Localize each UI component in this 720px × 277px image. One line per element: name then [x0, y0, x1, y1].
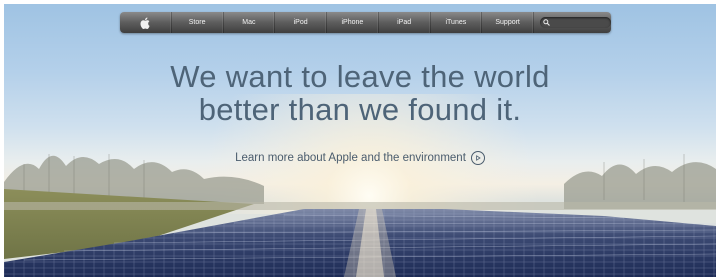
global-nav: Store Mac iPod iPhone iPad iTunes Suppor…: [120, 12, 611, 33]
nav-item-iphone[interactable]: iPhone: [327, 12, 379, 33]
headline-line-1: We want to leave the world: [170, 59, 550, 94]
search-icon: [543, 19, 550, 26]
nav-item-support[interactable]: Support: [482, 12, 534, 33]
nav-item-mac[interactable]: Mac: [224, 12, 276, 33]
headline-line-2: better than we found it.: [198, 92, 522, 127]
nav-item-itunes[interactable]: iTunes: [431, 12, 483, 33]
hero-headline: We want to leave the world better than w…: [4, 60, 716, 126]
nav-item-ipad[interactable]: iPad: [379, 12, 431, 33]
left-margin: [0, 0, 4, 277]
hero-cta: Learn more about Apple and the environme…: [4, 151, 716, 165]
environment-link-label: Learn more about Apple and the environme…: [235, 152, 466, 164]
search-box[interactable]: [540, 17, 611, 28]
apple-logo-icon: [140, 17, 150, 29]
hero-banner: Store Mac iPod iPhone iPad iTunes Suppor…: [4, 4, 716, 277]
right-margin: [716, 0, 720, 277]
search-input[interactable]: [550, 17, 605, 28]
search-area: [534, 12, 611, 33]
nav-item-store[interactable]: Store: [172, 12, 224, 33]
nav-item-ipod[interactable]: iPod: [275, 12, 327, 33]
solar-field-image: [4, 94, 716, 277]
nav-apple-logo[interactable]: [120, 12, 172, 33]
environment-link[interactable]: Learn more about Apple and the environme…: [235, 151, 485, 165]
play-circle-icon: [470, 151, 485, 165]
